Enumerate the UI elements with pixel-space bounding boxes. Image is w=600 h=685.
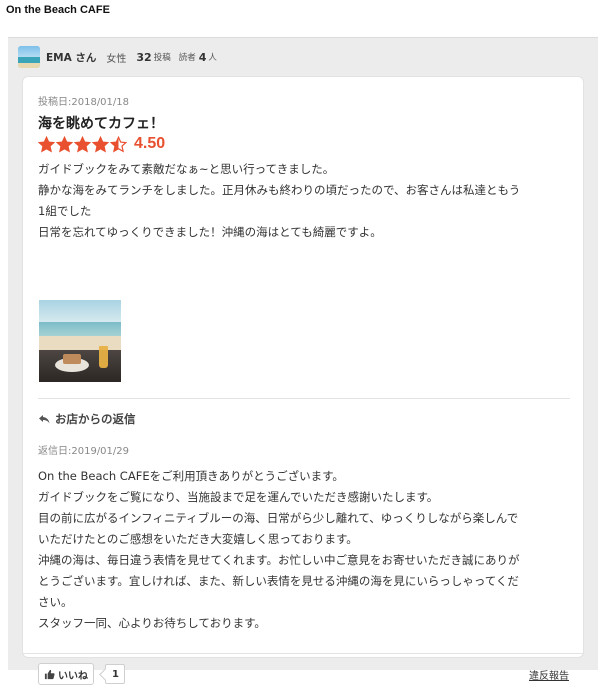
reply-body-line: On the Beach CAFEをご利用頂きありがとうございます。 [38, 469, 344, 483]
star-full-icon [56, 135, 73, 152]
rating-value: 4.50 [134, 135, 166, 152]
reviewer-info: EMA さん 女性 32 投稿 読者 4 人 [18, 46, 225, 68]
reader-count: 4 [198, 50, 207, 64]
like-count: 1 [105, 664, 125, 684]
star-full-icon [38, 135, 55, 152]
post-date: 投稿日:2018/01/18 [38, 97, 130, 108]
reply-body-line: 目の前に広がるインフィニティブルーの海、日常がら少し離れて、ゆっくりしながら楽し… [38, 511, 519, 525]
rating: 4.50 [38, 133, 165, 155]
review-title: 海を眺めてカフェ！ [38, 116, 164, 132]
reply-heading: お店からの返信 [38, 411, 136, 427]
reviewer-gender: 女性 [106, 53, 127, 65]
review-body-line: ガイドブックをみて素敵だなぁ~と思い行ってきました。 [38, 162, 335, 176]
reply-body-line: 沖縄の海は、毎日違う表情を見せてくれます。お忙しい中ご意見をお寄せいただき誠にあ… [38, 553, 520, 567]
reply-arrow-icon [39, 415, 50, 424]
top-bar: On the Beach CAFE [0, 0, 600, 36]
reply-body: On the Beach CAFEをご利用頂きありがとうございます。ガイドブック… [38, 466, 576, 634]
reply-heading-label: お店からの返信 [55, 412, 136, 426]
reader-label: 読者 [178, 53, 196, 63]
post-count-label: 投稿 [153, 53, 171, 63]
star-full-icon [92, 135, 109, 152]
reply-body-line: スタッフ一同、心よりお待ちしております。 [38, 616, 266, 630]
star-full-icon [74, 135, 91, 152]
review-body-line: 日常を忘れてゆっくりできました！沖縄の海はとても綺麗ですよ。 [38, 225, 382, 239]
avatar[interactable] [18, 46, 40, 68]
like-button[interactable]: いいね [38, 663, 94, 685]
review-container: EMA さん 女性 32 投稿 読者 4 人 投稿日:2018/01/18 海を… [8, 37, 598, 685]
review-body-line: 1組でした [38, 204, 92, 218]
reply-date: 返信日:2019/01/29 [38, 446, 130, 457]
review-body: ガイドブックをみて素敵だなぁ~と思い行ってきました。静かな海をみてランチをしまし… [38, 159, 568, 243]
review-card: 投稿日:2018/01/18 海を眺めてカフェ！ 4.50 ガイドブックをみて素… [22, 76, 584, 685]
reader-unit: 人 [208, 53, 217, 63]
footer-divider [23, 653, 583, 654]
shop-name: On the Beach CAFE [6, 4, 110, 16]
reply-body-line: とうございます。宜しければ、また、新しい表情を見せる沖縄の海を見にいらっしゃって… [38, 574, 519, 588]
rating-stars [38, 135, 128, 153]
reviewer-name[interactable]: EMA さん [46, 50, 96, 65]
thumbs-up-icon [44, 669, 55, 679]
review-photo[interactable] [39, 300, 121, 382]
reply-body-line: ガイドブックをご覧になり、当施設まで足を運んでいただき感謝いたします。 [38, 490, 439, 504]
post-count: 32 [136, 50, 152, 64]
like-count-value: 1 [112, 668, 119, 680]
reply-body-line: さい。 [38, 595, 73, 609]
star-half-icon [110, 135, 127, 152]
divider [38, 398, 570, 399]
reply-body-line: いただけたとのご感想をいただき大変嬉しく思っております。 [38, 532, 358, 546]
like-label: いいね [58, 670, 88, 682]
review-body-line: 静かな海をみてランチをしました。正月休みも終わりの頃だったので、お客さんは私達と… [38, 183, 521, 197]
report-link[interactable]: 違反報告 [529, 667, 569, 682]
